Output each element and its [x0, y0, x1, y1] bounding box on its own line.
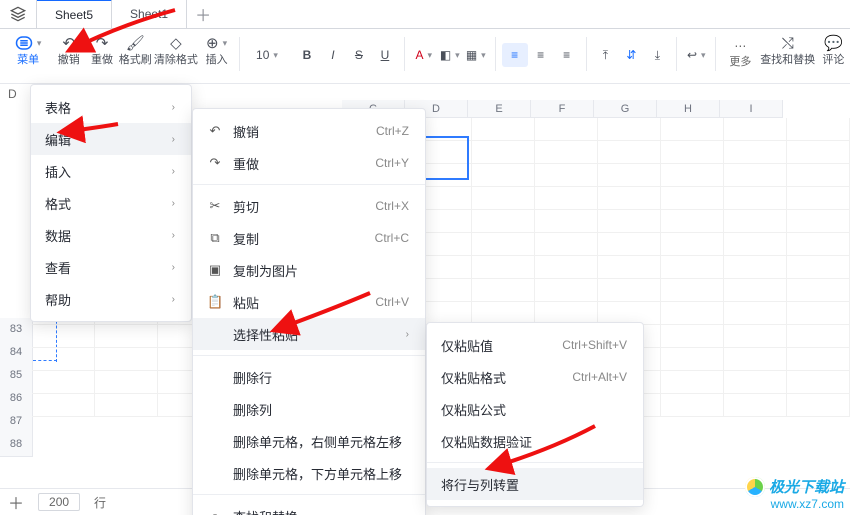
valign-bottom-button[interactable]: ⤓	[644, 43, 670, 67]
menu-data[interactable]: 数据›	[31, 219, 191, 251]
menu-edit[interactable]: 编辑›	[31, 123, 191, 155]
layers-icon[interactable]	[0, 0, 37, 28]
row-header[interactable]: 85	[0, 364, 33, 388]
align-center-button[interactable]: ≡	[528, 43, 554, 67]
edit-find-replace[interactable]: ⌕查找和替换	[193, 500, 425, 515]
column-header[interactable]: G	[594, 100, 657, 118]
find-replace-button[interactable]: ⤭ 查找和替换	[759, 33, 817, 75]
edit-delete-row[interactable]: 删除行	[193, 361, 425, 393]
insert-button[interactable]: ⊕▾ 插入	[200, 33, 233, 75]
paste-values[interactable]: 仅粘贴值Ctrl+Shift+V	[427, 329, 643, 361]
column-header[interactable]: F	[531, 100, 594, 118]
image-icon: ▣	[207, 262, 223, 278]
more-button[interactable]: ⋯ 更多	[722, 33, 759, 75]
edit-submenu: ↶撤销Ctrl+Z ↷重做Ctrl+Y ✂剪切Ctrl+X ⧉复制Ctrl+C …	[192, 108, 426, 515]
menu-table[interactable]: 表格›	[31, 91, 191, 123]
comments-button[interactable]: 💬 评论	[817, 33, 850, 75]
toolbar: ▾ 菜单 ↶ 撤销 ↷ 重做 🖌 格式刷 ◇ 清除格式 ⊕▾ 插入 10▾ B …	[0, 29, 850, 84]
ellipsis-icon: ⋯	[734, 39, 746, 53]
paste-validation[interactable]: 仅粘贴数据验证	[427, 425, 643, 457]
search-icon: ⌕	[207, 508, 223, 515]
valign-top-button[interactable]: ⤒	[592, 43, 618, 67]
align-left-button[interactable]: ≡	[502, 43, 528, 67]
undo-icon: ↶	[207, 123, 223, 139]
paste-formula[interactable]: 仅粘贴公式	[427, 393, 643, 425]
row-header[interactable]: 88	[0, 433, 33, 457]
redo-button[interactable]: ↷ 重做	[85, 33, 118, 75]
add-rows-button[interactable]: ＋	[8, 490, 24, 514]
paste-special-submenu: 仅粘贴值Ctrl+Shift+V 仅粘贴格式Ctrl+Alt+V 仅粘贴公式 仅…	[426, 322, 644, 507]
undo-icon: ↶	[62, 33, 75, 53]
valign-middle-button[interactable]: ⇵	[618, 43, 644, 67]
column-header[interactable]: E	[468, 100, 531, 118]
edit-delete-shift-left[interactable]: 删除单元格，右侧单元格左移	[193, 425, 425, 457]
menu-help[interactable]: 帮助›	[31, 283, 191, 315]
bold-button[interactable]: B	[294, 43, 320, 67]
edit-redo[interactable]: ↷重做Ctrl+Y	[193, 147, 425, 179]
tab-sheet1[interactable]: Sheet1	[112, 0, 187, 28]
font-color-button[interactable]: A▾	[411, 43, 437, 67]
column-header[interactable]: H	[657, 100, 720, 118]
format-brush-button[interactable]: 🖌 格式刷	[119, 33, 152, 75]
edit-delete-shift-up[interactable]: 删除单元格，下方单元格上移	[193, 457, 425, 489]
clipboard-icon: 📋	[207, 294, 223, 310]
row-header[interactable]: 86	[0, 387, 33, 411]
edit-cut[interactable]: ✂剪切Ctrl+X	[193, 190, 425, 222]
align-right-button[interactable]: ≡	[554, 43, 580, 67]
edit-paste[interactable]: 📋粘贴Ctrl+V	[193, 286, 425, 318]
tab-sheet5[interactable]: Sheet5	[37, 0, 112, 28]
paste-transpose[interactable]: 将行与列转置	[427, 468, 643, 500]
tab-add[interactable]: ＋	[187, 0, 219, 28]
name-box[interactable]: D	[8, 87, 17, 101]
paste-format[interactable]: 仅粘贴格式Ctrl+Alt+V	[427, 361, 643, 393]
row-unit-label: 行	[94, 494, 106, 511]
row-header[interactable]: 87	[0, 410, 33, 434]
edit-undo[interactable]: ↶撤销Ctrl+Z	[193, 115, 425, 147]
row-count-input[interactable]: 200	[38, 493, 80, 511]
clear-format-button[interactable]: ◇ 清除格式	[152, 33, 200, 75]
main-menu: 表格› 编辑› 插入› 格式› 数据› 查看› 帮助›	[30, 84, 192, 322]
menu-icon: ▾	[15, 33, 42, 53]
edit-paste-special[interactable]: 选择性粘贴›	[193, 318, 425, 350]
column-header[interactable]: I	[720, 100, 783, 118]
clear-format-icon: ◇	[170, 33, 182, 53]
italic-button[interactable]: I	[320, 43, 346, 67]
underline-button[interactable]: U	[372, 43, 398, 67]
find-replace-icon: ⤭	[782, 33, 794, 53]
redo-icon: ↷	[207, 155, 223, 171]
strike-button[interactable]: S	[346, 43, 372, 67]
undo-button[interactable]: ↶ 撤销	[52, 33, 85, 75]
plus-circle-icon: ⊕▾	[206, 33, 227, 53]
comment-icon: 💬	[824, 33, 843, 53]
wrap-button[interactable]: ↩︎▾	[683, 43, 709, 67]
menu-format[interactable]: 格式›	[31, 187, 191, 219]
edit-copy[interactable]: ⧉复制Ctrl+C	[193, 222, 425, 254]
menu-insert[interactable]: 插入›	[31, 155, 191, 187]
scissors-icon: ✂	[207, 198, 223, 214]
sheet-tab-bar: Sheet5 Sheet1 ＋	[0, 0, 850, 29]
copy-icon: ⧉	[207, 230, 223, 246]
row-header[interactable]: 84	[0, 341, 33, 365]
brush-icon: 🖌	[126, 33, 145, 53]
fill-color-button[interactable]: ◧▾	[437, 43, 463, 67]
font-size-select[interactable]: 10▾	[246, 43, 294, 67]
row-header[interactable]: 83	[0, 318, 33, 342]
edit-delete-col[interactable]: 删除列	[193, 393, 425, 425]
redo-icon: ↷	[96, 33, 109, 53]
borders-button[interactable]: ▦▾	[463, 43, 489, 67]
menu-view[interactable]: 查看›	[31, 251, 191, 283]
menu-button[interactable]: ▾ 菜单	[4, 33, 52, 75]
edit-copy-image[interactable]: ▣复制为图片	[193, 254, 425, 286]
